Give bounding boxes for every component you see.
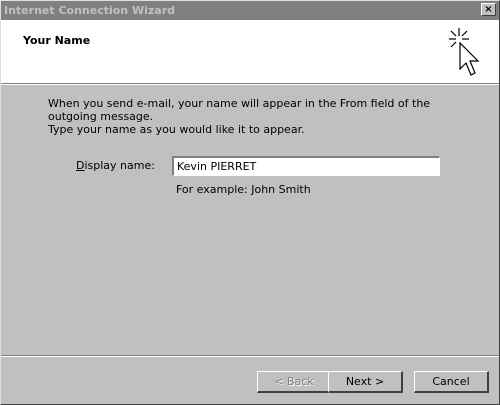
wizard-cursor-icon: [449, 28, 480, 76]
title-bar[interactable]: Internet Connection Wizard ×: [1, 1, 499, 20]
next-button[interactable]: Next >: [328, 371, 403, 393]
display-name-label: Display name:: [76, 159, 155, 172]
display-name-label-text: isplay name:: [84, 159, 155, 172]
display-name-input[interactable]: [172, 156, 440, 176]
instruction-line-1: When you send e-mail, your name will app…: [48, 97, 431, 123]
instruction-line-2: Type your name as you would like it to a…: [48, 123, 305, 136]
close-icon: ×: [484, 4, 493, 15]
window-title: Internet Connection Wizard: [4, 4, 175, 17]
page-title: Your Name: [23, 34, 91, 47]
wizard-header: Your Name: [1, 20, 499, 83]
wizard-window: Internet Connection Wizard × Your Name W…: [0, 0, 500, 405]
back-button: < Back: [257, 371, 332, 393]
cancel-button[interactable]: Cancel: [414, 371, 489, 393]
instructions: When you send e-mail, your name will app…: [48, 97, 478, 136]
header-divider: [1, 83, 499, 85]
footer-divider: [1, 355, 499, 357]
close-button[interactable]: ×: [481, 3, 496, 16]
example-hint: For example: John Smith: [176, 183, 311, 196]
